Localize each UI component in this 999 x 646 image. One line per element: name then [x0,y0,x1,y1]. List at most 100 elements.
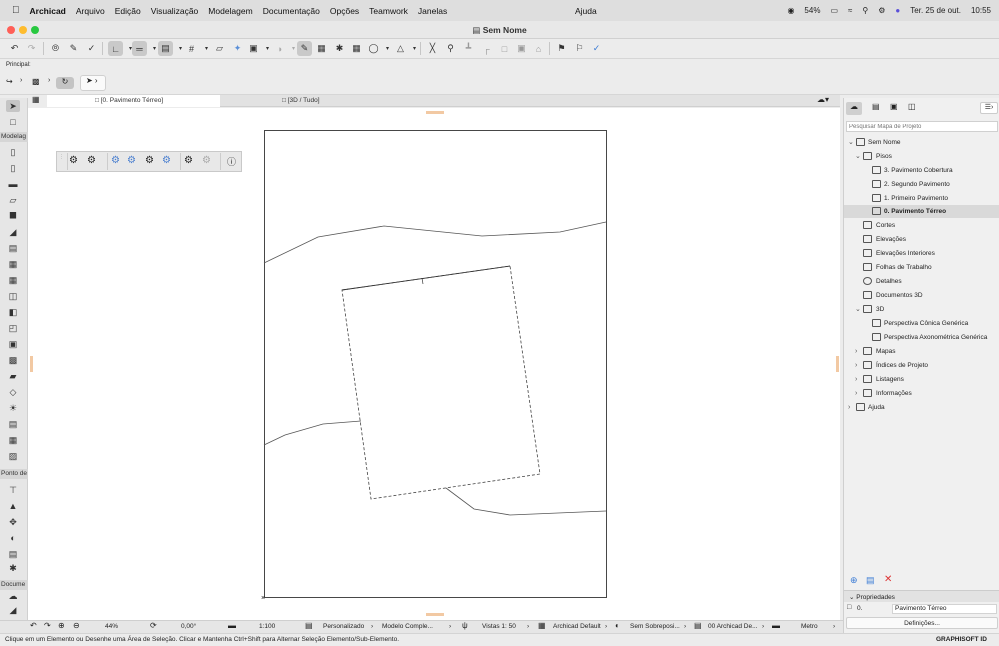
chevron-down-icon[interactable]: ⌄ [848,136,854,149]
view-map-icon[interactable]: ▤ [872,102,880,111]
move-tool-icon[interactable]: ✥ [6,516,20,528]
chevron-right-icon[interactable]: › [833,623,835,630]
elevate-icon[interactable]: ▦ [349,41,364,56]
layer-icon-1[interactable]: ⚙ [69,155,78,166]
check-icon[interactable]: ✓ [589,41,604,56]
fill-tool-icon[interactable]: ☁ [6,590,20,602]
slab-tool-icon[interactable]: ▱ [6,194,20,206]
menu-opcoes[interactable]: Opções [330,6,359,16]
layer-icon-7[interactable]: ⚙ [184,155,193,166]
mesh-tool-icon[interactable]: ▰ [6,370,20,382]
menu-ajuda[interactable]: Ajuda [575,6,597,16]
tree-mapas[interactable]: › Mapas [844,345,999,358]
panel-menu-icon[interactable]: ☰› [980,102,998,114]
arrow-chevron-icon[interactable]: › [20,77,22,84]
arrow-tool-icon[interactable]: ↪ [6,77,20,89]
menubar-date[interactable]: Ter. 25 de out. [910,6,961,15]
door-tool-icon[interactable]: ◧ [6,306,20,318]
curtain-wall-tool-icon[interactable]: ▦ [6,274,20,286]
object-tool-icon[interactable]: ▣ [6,338,20,350]
offset-icon[interactable]: □ [497,41,512,56]
roof-tool-icon[interactable]: ⯀ [6,210,20,222]
menu-modelagem[interactable]: Modelagem [208,6,252,16]
beam-tool-icon[interactable]: ▬ [6,178,20,190]
chevron-right-icon[interactable]: › [855,345,857,358]
menu-app[interactable]: Archicad [30,6,66,16]
tree-axonometrica[interactable]: Perspectiva Axonométrica Genérica [844,331,999,344]
siri-icon[interactable]: ● [895,6,900,15]
morph-tool-icon[interactable]: ◇ [6,386,20,398]
override-icon[interactable]: ◐ [615,621,620,630]
menubar-time[interactable]: 10:55 [971,6,991,15]
menu-janelas[interactable]: Janelas [418,6,447,16]
tab-floor-plan[interactable]: □ [0. Pavimento Térreo] [47,95,220,107]
resize-icon[interactable]: △ [393,41,408,56]
rotate-view-icon[interactable]: ↻ [56,77,74,89]
chevron-right-icon[interactable]: › [449,623,451,630]
explode-icon[interactable]: ⌂ [531,41,546,56]
info-icon[interactable]: ⓘ [227,155,236,168]
add-hotspot-icon[interactable]: ▣ [514,41,529,56]
layer-icon-8[interactable]: ⚙ [202,155,211,166]
layer-icon-2[interactable]: ⚙ [87,155,96,166]
pointer-tool-icon[interactable]: ➤ › [80,75,106,91]
chevron-right-icon[interactable]: › [855,387,857,400]
layers-icon[interactable]: ▤ [305,621,313,630]
chevron-right-icon[interactable]: › [684,623,686,630]
layer-icon-5[interactable]: ⚙ [145,155,154,166]
issue-icon[interactable]: ⚐ [572,41,587,56]
chevron-right-icon[interactable]: › [371,623,373,630]
snap-guides-icon[interactable]: ═ [132,41,147,56]
graphic-override[interactable]: Sem Sobreposi... [630,623,680,630]
zone-tool-icon[interactable]: ▩ [6,354,20,366]
chevron-right-icon[interactable]: › [527,623,529,630]
pen-set-icon[interactable]: ▦ [538,621,546,630]
search-icon[interactable]: ⚲ [862,6,868,15]
control-center-icon[interactable]: ⚙ [878,6,885,15]
tree-folhas[interactable]: Folhas de Trabalho [844,261,999,274]
tree-cortes[interactable]: Cortes [844,219,999,232]
hatch-tool-icon[interactable]: ◢ [6,604,20,616]
tab-3d[interactable]: □ [3D / Tudo] [222,95,392,107]
syringe-icon[interactable]: ✓ [84,41,99,56]
chevron-right-icon[interactable]: › [848,401,850,414]
pick-up-parameters-icon[interactable]: ⦾ [48,41,63,56]
lock-icon[interactable]: ◑ [272,41,287,56]
chevron-right-icon[interactable]: › [762,623,764,630]
column-tool-icon[interactable]: ▯ [6,162,20,174]
layout-book-icon[interactable]: ▣ [890,102,898,111]
palette-grip-icon[interactable]: ⋮ [59,154,64,169]
layer-icon-3[interactable]: ⚙ [111,155,120,166]
property-name-field[interactable]: Pavimento Térreo [892,604,997,614]
menu-documentacao[interactable]: Documentação [263,6,320,16]
apple-menu-icon[interactable]:  [12,5,20,16]
rotate-icon[interactable]: ▦ [314,41,329,56]
menu-edicao[interactable]: Edição [115,6,141,16]
tree-perspectiva[interactable]: Perspectiva Cônica Genérica [844,317,999,330]
rotate-angle-icon[interactable]: ⟳ [150,621,157,630]
grid-element-icon[interactable]: ✱ [6,562,20,574]
layer-icon-6[interactable]: ⚙ [162,155,171,166]
stair-tool-icon[interactable]: ▤ [6,242,20,254]
skylight-tool-icon[interactable]: ◰ [6,322,20,334]
project-map-icon[interactable]: ☁ [846,102,862,115]
suspend-groups-icon[interactable]: ▱ [212,41,227,56]
tree-elevacoes[interactable]: Elevações [844,233,999,246]
delete-icon[interactable]: ✕ [884,574,892,585]
grid-icon[interactable]: # [184,41,199,56]
fillet-icon[interactable]: ┌ [479,41,494,56]
railing-tool-icon[interactable]: ▦ [6,258,20,270]
opening-tool-icon[interactable]: ▤ [6,418,20,430]
layer-combination[interactable]: Personalizado [323,623,364,630]
redo-icon[interactable]: ↷ [24,41,39,56]
tree-story-0[interactable]: 0. Pavimento Térreo [844,205,999,218]
tree-story-2[interactable]: 2. Segundo Pavimento [844,178,999,191]
tree-3d[interactable]: ⌄ 3D [844,303,999,316]
level-tool-icon[interactable]: ▲ [6,500,20,512]
mirror-icon[interactable]: ✱ [332,41,347,56]
tab-options-icon[interactable]: ☁▾ [817,95,829,104]
trace-icon[interactable]: ▣ [246,41,261,56]
undo-icon[interactable]: ↶ [7,41,22,56]
scale-value[interactable]: 1:100 [259,623,275,630]
battery-icon[interactable]: ▭ [830,6,838,15]
